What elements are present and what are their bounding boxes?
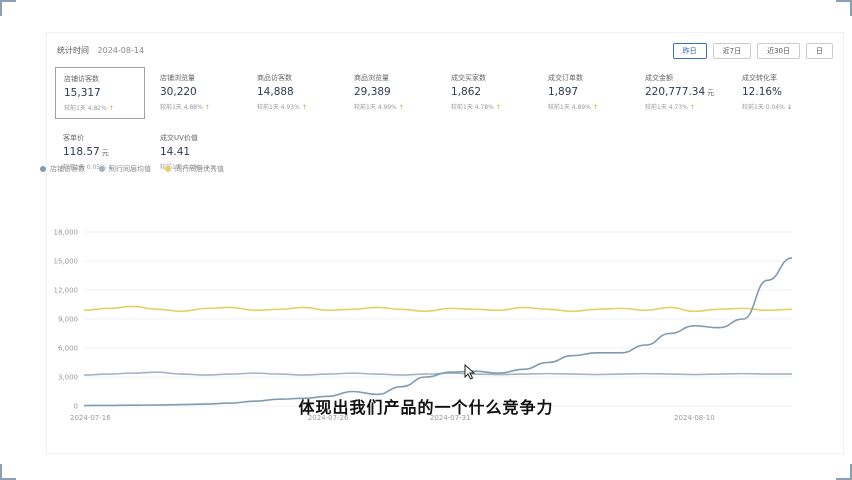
metric-value-number: 118.57 — [63, 146, 100, 158]
series-line-0 — [83, 257, 793, 407]
legend-label: 同行同层均值 — [109, 165, 151, 173]
metric-label: 成交金额 — [645, 74, 673, 82]
metric-value: 220,777.34 元 — [645, 86, 727, 98]
metric-value: 14,888 — [257, 86, 339, 98]
metric-value-number: 14,888 — [257, 86, 294, 98]
metric-value-number: 14.41 — [160, 146, 191, 158]
trend-down-icon: ↓ — [786, 104, 792, 111]
trend-up-icon: ↑ — [108, 105, 114, 112]
metric-value: 14.41 — [160, 146, 242, 158]
metric-card[interactable]: 商品浏览量 29,389 较前1天 4.99% ↑ — [346, 67, 436, 119]
metric-value-number: 15,317 — [64, 87, 101, 99]
metric-card[interactable]: 成交订单数 1,897 较前1天 4.89% ↑ — [540, 67, 630, 119]
metric-label: 商品访客数 — [257, 74, 292, 82]
frame-corner-bottom-right — [836, 464, 852, 480]
metric-compare: 较前1天 4.99% ↑ — [354, 102, 436, 111]
metric-compare-text: 较前1天 4.89% — [548, 104, 591, 111]
metric-compare-text: 较前1天 4.93% — [257, 104, 300, 111]
legend-label: 同行同层优秀值 — [175, 165, 224, 173]
metric-value-number: 30,220 — [160, 86, 197, 98]
range-button-7-days[interactable]: 近7日 — [712, 43, 752, 59]
metric-label: 成交UV价值 — [160, 134, 198, 142]
range-button-yesterday[interactable]: 昨日 — [672, 43, 707, 59]
metric-value: 29,389 — [354, 86, 436, 98]
metric-card[interactable]: 成交转化率 12.16% 较前1天 0.04% ↓ — [734, 67, 824, 119]
metric-label: 客单价 — [63, 134, 84, 142]
metric-compare-text: 较前1天 4.78% — [451, 104, 494, 111]
metric-value: 118.57 元 — [63, 146, 145, 158]
mouse-cursor-icon — [464, 364, 476, 380]
metric-compare: 较前1天 4.89% ↑ — [548, 102, 630, 111]
metric-value: 1,862 — [451, 86, 533, 98]
y-tick-label: 12,000 — [54, 287, 79, 295]
trend-up-icon: ↑ — [204, 104, 210, 111]
metric-value: 15,317 — [64, 87, 144, 99]
y-tick-label: 9,000 — [58, 316, 78, 324]
metric-card[interactable]: 店铺访客数 15,317 较前1天 4.82% ↑ — [55, 67, 145, 119]
stat-time-label: 统计时间 — [57, 46, 89, 55]
legend-item[interactable]: 同行同层均值 — [99, 164, 151, 174]
range-selector: 昨日 近7日 近30日 日 — [672, 43, 833, 59]
metric-compare-text: 较前1天 0.04% — [742, 104, 785, 111]
stat-date: 2024-08-14 — [97, 46, 145, 55]
frame-corner-top-right — [836, 0, 852, 16]
y-tick-label: 18,000 — [54, 229, 79, 237]
legend-dot-icon — [165, 166, 171, 172]
stat-time: 统计时间 2024-08-14 — [57, 45, 144, 56]
metric-card[interactable]: 店铺浏览量 30,220 较前1天 4.88% ↑ — [152, 67, 242, 119]
legend-dot-icon — [99, 166, 105, 172]
frame-corner-bottom-left — [0, 464, 16, 480]
metric-compare-text: 较前1天 4.73% — [645, 104, 688, 111]
trend-up-icon: ↑ — [689, 104, 695, 111]
metric-label: 店铺浏览量 — [160, 74, 195, 82]
trend-up-icon: ↑ — [495, 104, 501, 111]
metric-compare: 较前1天 4.73% ↑ — [645, 102, 727, 111]
metric-label: 店铺访客数 — [64, 75, 99, 83]
series-line-2 — [83, 305, 793, 313]
chart-legend: 店铺访客数 同行同层均值 同行同层优秀值 — [40, 164, 224, 174]
metric-value: 1,897 — [548, 86, 630, 98]
metric-unit: 元 — [707, 89, 715, 97]
metric-value-number: 1,862 — [451, 86, 482, 98]
legend-dot-icon — [40, 166, 46, 172]
metric-compare-text: 较前1天 4.99% — [354, 104, 397, 111]
metric-card[interactable]: 成交买家数 1,862 较前1天 4.78% ↑ — [443, 67, 533, 119]
trend-up-icon: ↑ — [398, 104, 404, 111]
video-subtitle: 体现出我们产品的一个什么竞争力 — [298, 398, 554, 417]
metric-compare: 较前1天 0.04% ↓ — [742, 102, 824, 111]
metric-compare: 较前1天 4.88% ↑ — [160, 102, 242, 111]
metric-value-number: 12.16% — [742, 86, 783, 98]
metric-card[interactable]: 商品访客数 14,888 较前1天 4.93% ↑ — [249, 67, 339, 119]
metric-value-number: 29,389 — [354, 86, 391, 98]
metric-label: 成交转化率 — [742, 74, 777, 82]
range-button-30-days[interactable]: 近30日 — [757, 43, 800, 59]
metric-value: 12.16% — [742, 86, 824, 98]
y-tick-label: 3,000 — [58, 374, 78, 382]
metric-label: 商品浏览量 — [354, 74, 389, 82]
metric-card[interactable]: 成交金额 220,777.34 元较前1天 4.73% ↑ — [637, 67, 727, 119]
trend-up-icon: ↑ — [301, 104, 307, 111]
metric-label: 成交订单数 — [548, 74, 583, 82]
trend-up-icon: ↑ — [592, 104, 598, 111]
y-tick-label: 15,000 — [54, 258, 79, 266]
metric-value: 30,220 — [160, 86, 242, 98]
metric-value-number: 1,897 — [548, 86, 579, 98]
legend-label: 店铺访客数 — [50, 165, 85, 173]
frame-corner-top-left — [0, 0, 16, 16]
legend-item[interactable]: 同行同层优秀值 — [165, 164, 224, 174]
legend-item[interactable]: 店铺访客数 — [40, 164, 85, 174]
y-tick-label: 6,000 — [58, 345, 78, 353]
metric-compare-text: 较前1天 4.88% — [160, 104, 203, 111]
metric-compare: 较前1天 4.82% ↑ — [64, 103, 144, 112]
metric-value-number: 220,777.34 — [645, 86, 706, 98]
range-button-day[interactable]: 日 — [806, 43, 833, 59]
metric-compare: 较前1天 4.78% ↑ — [451, 102, 533, 111]
metric-label: 成交买家数 — [451, 74, 486, 82]
metric-unit: 元 — [101, 149, 109, 157]
metric-compare: 较前1天 4.93% ↑ — [257, 102, 339, 111]
metric-compare-text: 较前1天 4.82% — [64, 105, 107, 112]
